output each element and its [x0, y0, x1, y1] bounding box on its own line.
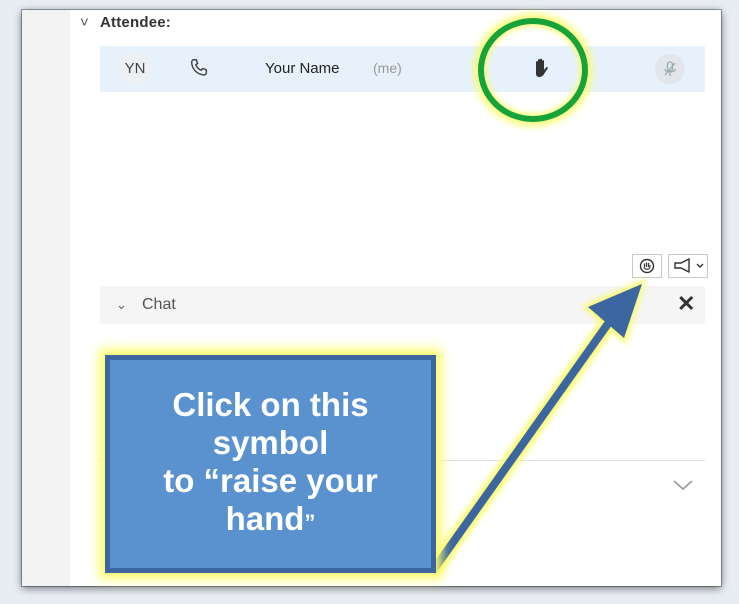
instruction-callout: Click on this symbol to “raise your hand… [105, 355, 436, 573]
callout-line-3: to “raise your [163, 462, 378, 499]
callout-line-4: hand” [110, 500, 431, 542]
callout-line-2: symbol [212, 424, 329, 461]
callout-line-4-text: hand [225, 500, 305, 537]
callout-line-1: Click on this [172, 386, 369, 423]
callout-line-4-end: ” [304, 510, 316, 535]
